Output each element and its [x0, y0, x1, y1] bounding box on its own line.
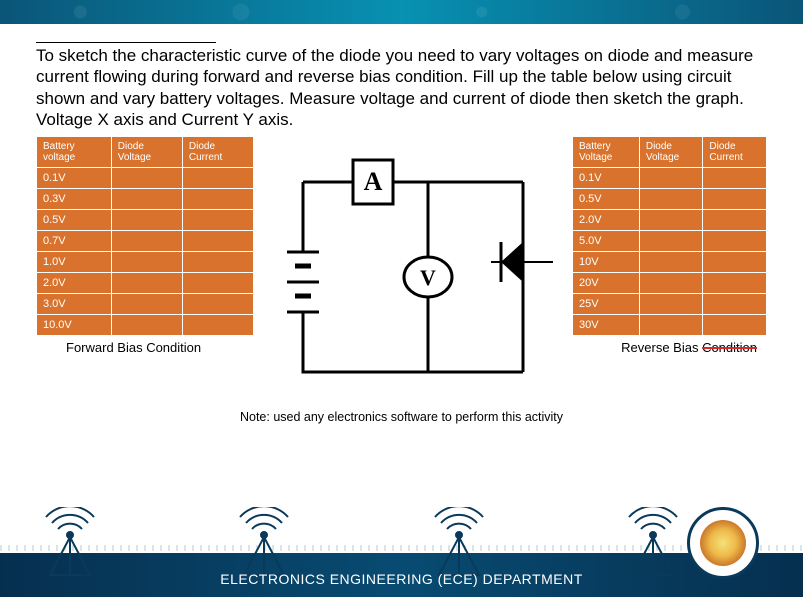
forward-bias-caption: Forward Bias Condition [66, 340, 254, 355]
table-row: 0.3V [37, 189, 254, 210]
col-diode-voltage: Diode Voltage [639, 137, 703, 168]
col-diode-current: Diode Current [703, 137, 767, 168]
table-row: 10V [573, 252, 767, 273]
department-seal [687, 507, 759, 579]
antenna-icon [40, 507, 100, 577]
top-banner [0, 0, 803, 24]
table-row: 5.0V [573, 231, 767, 252]
footer-title: ELECTRONICS ENGINEERING (ECE) DEPARTMENT [0, 571, 803, 587]
table-row: 2.0V [573, 210, 767, 231]
content-area: To sketch the characteristic curve of th… [0, 24, 803, 424]
table-row: 30V [573, 315, 767, 336]
col-diode-voltage: Diode Voltage [111, 137, 182, 168]
ammeter-label: A [364, 167, 383, 196]
col-battery-voltage: Battery Voltage [573, 137, 640, 168]
footer: ELECTRONICS ENGINEERING (ECE) DEPARTMENT [0, 499, 803, 597]
antenna-icon [234, 507, 294, 577]
table-row: 1.0V [37, 252, 254, 273]
table-row: 0.1V [573, 168, 767, 189]
table-row: 2.0V [37, 273, 254, 294]
voltmeter-label: V [420, 265, 436, 290]
reverse-bias-table: Battery Voltage Diode Voltage Diode Curr… [572, 136, 767, 336]
col-diode-current: Diode Current [182, 137, 253, 168]
table-row: 10.0V [37, 315, 254, 336]
table-row: 0.7V [37, 231, 254, 252]
col-battery-voltage: Battery voltage [37, 137, 112, 168]
forward-bias-table: Battery voltage Diode Voltage Diode Curr… [36, 136, 254, 336]
reverse-bias-section: Battery Voltage Diode Voltage Diode Curr… [572, 136, 767, 355]
table-row: 25V [573, 294, 767, 315]
antenna-icon [429, 507, 489, 577]
table-row: 3.0V [37, 294, 254, 315]
table-row: 0.5V [573, 189, 767, 210]
table-row: 20V [573, 273, 767, 294]
table-row: 0.1V [37, 168, 254, 189]
main-layout: Battery voltage Diode Voltage Diode Curr… [36, 136, 767, 402]
table-header-row: Battery voltage Diode Voltage Diode Curr… [37, 137, 254, 168]
blank-line [36, 42, 216, 43]
circuit-diagram-section: A V [268, 136, 558, 402]
antenna-row [40, 507, 683, 577]
forward-bias-section: Battery voltage Diode Voltage Diode Curr… [36, 136, 254, 355]
circuit-diagram: A V [273, 142, 553, 402]
antenna-icon [623, 507, 683, 577]
battery-icon [287, 252, 319, 312]
reverse-bias-caption: Reverse Bias Condition [572, 340, 767, 355]
diode-icon [491, 242, 553, 282]
table-header-row: Battery Voltage Diode Voltage Diode Curr… [573, 137, 767, 168]
note-text: Note: used any electronics software to p… [36, 410, 767, 424]
table-row: 0.5V [37, 210, 254, 231]
instructions-text: To sketch the characteristic curve of th… [36, 45, 767, 130]
